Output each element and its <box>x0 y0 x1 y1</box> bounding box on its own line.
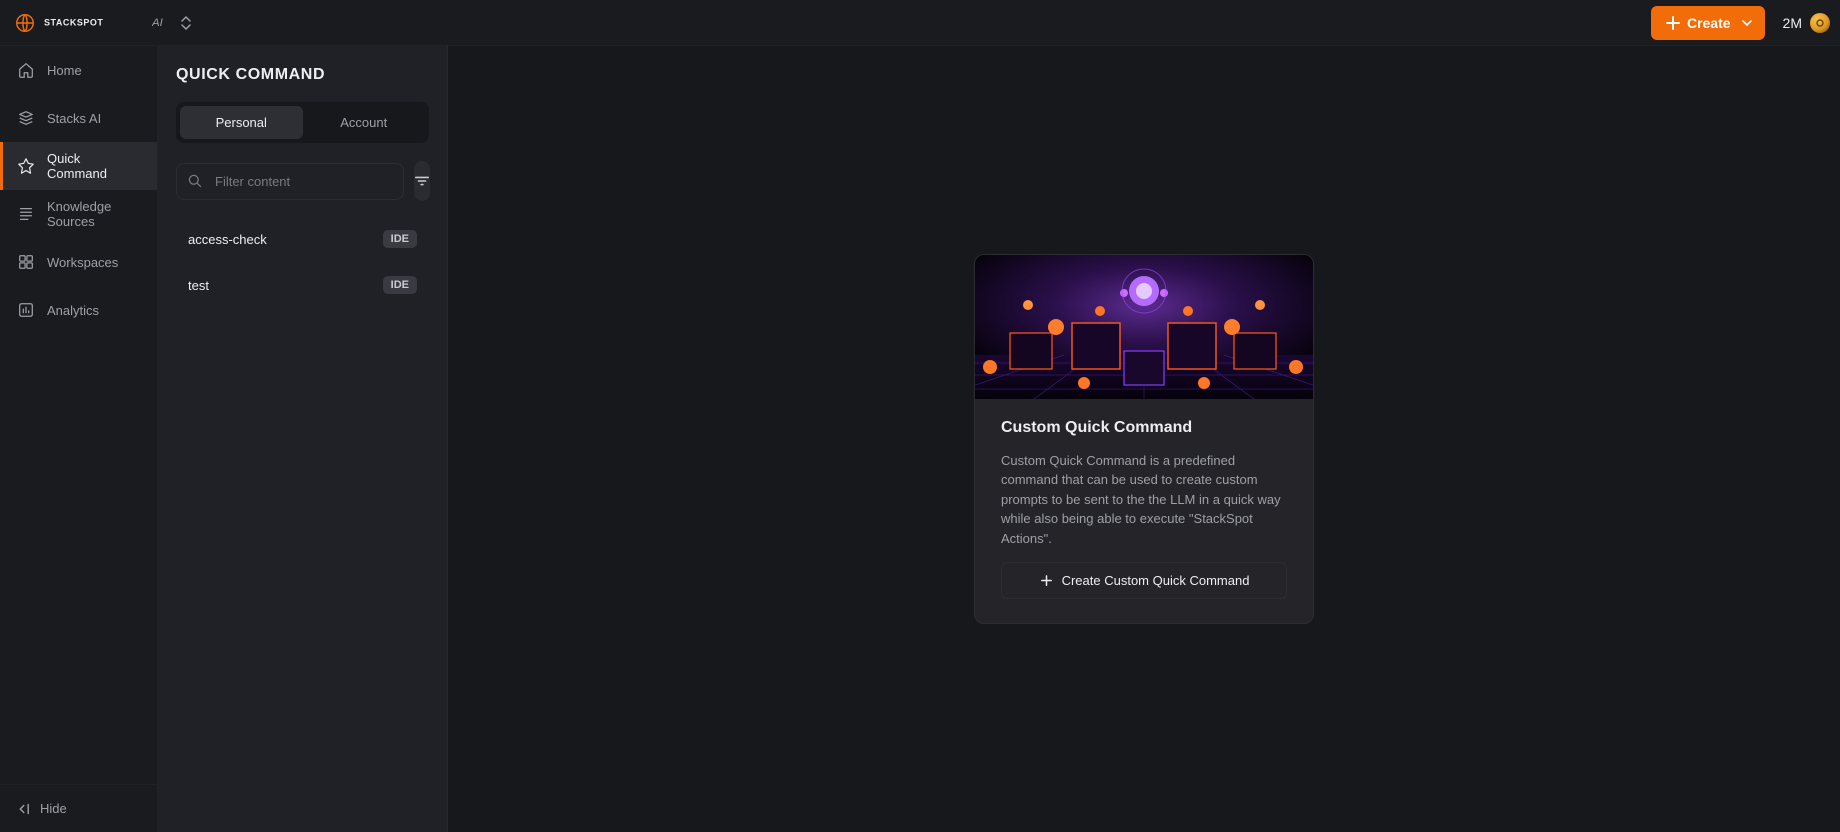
sidebar-item-stacks-ai[interactable]: Stacks AI <box>0 94 157 142</box>
plus-icon <box>1039 573 1054 588</box>
sidebar-item-label: Quick Command <box>47 151 143 181</box>
filter-row <box>176 161 429 201</box>
topbar-right: Create 2M <box>1651 6 1830 40</box>
chevron-down-icon <box>1741 17 1753 29</box>
tab-personal[interactable]: Personal <box>180 106 303 139</box>
workspaces-icon <box>17 253 35 271</box>
topbar-left: STACKSPOT AI <box>14 12 192 34</box>
svg-text:STACKSPOT: STACKSPOT <box>44 17 103 27</box>
ide-badge: IDE <box>383 276 417 294</box>
sidebar-hide[interactable]: Hide <box>0 784 157 832</box>
brand-wordmark: STACKSPOT <box>44 15 144 31</box>
card-body: Custom Quick Command Custom Quick Comman… <box>975 399 1313 624</box>
stacks-icon <box>17 109 35 127</box>
scope-tabs: Personal Account <box>176 102 429 143</box>
create-button[interactable]: Create <box>1651 6 1765 40</box>
analytics-icon <box>17 301 35 319</box>
filter-input[interactable] <box>213 173 393 190</box>
token-amount: 2M <box>1783 15 1802 31</box>
plus-icon <box>1665 15 1681 31</box>
card-description: Custom Quick Command is a predefined com… <box>1001 451 1287 549</box>
home-icon <box>17 61 35 79</box>
page-title: QUICK COMMAND <box>176 66 429 84</box>
brand-mark-icon <box>14 12 36 34</box>
card-title: Custom Quick Command <box>1001 419 1287 437</box>
sidebar: Home Stacks AI Quick Command Knowledge S… <box>0 46 158 832</box>
card-hero-image <box>975 255 1313 399</box>
list-item-name: test <box>188 278 209 293</box>
command-list: access-check IDE test IDE <box>176 219 429 305</box>
sidebar-nav: Home Stacks AI Quick Command Knowledge S… <box>0 46 157 784</box>
collapse-icon <box>14 802 30 816</box>
main-panel: Custom Quick Command Custom Quick Comman… <box>448 46 1840 832</box>
brand-logo[interactable]: STACKSPOT AI <box>14 12 192 34</box>
list-item[interactable]: access-check IDE <box>176 219 429 259</box>
sidebar-item-label: Analytics <box>47 303 99 318</box>
command-list-panel: QUICK COMMAND Personal Account access-ch… <box>158 46 448 832</box>
sidebar-item-analytics[interactable]: Analytics <box>0 286 157 334</box>
knowledge-icon <box>17 205 35 223</box>
sidebar-item-label: Stacks AI <box>47 111 101 126</box>
filter-input-wrap[interactable] <box>176 163 404 200</box>
svg-text:AI: AI <box>152 16 164 28</box>
sidebar-item-label: Workspaces <box>47 255 118 270</box>
empty-state-card: Custom Quick Command Custom Quick Comman… <box>974 254 1314 625</box>
tab-account[interactable]: Account <box>303 106 426 139</box>
quick-command-icon <box>17 157 35 175</box>
brand-ai-tag: AI <box>152 15 172 31</box>
topbar: STACKSPOT AI Create 2M <box>0 0 1840 46</box>
sidebar-item-label: Knowledge Sources <box>47 199 143 229</box>
list-item-name: access-check <box>188 232 267 247</box>
sidebar-item-label: Home <box>47 63 82 78</box>
search-icon <box>187 173 203 189</box>
token-balance[interactable]: 2M <box>1783 13 1830 33</box>
sidebar-hide-label: Hide <box>40 801 67 816</box>
create-button-label: Create <box>1687 15 1731 31</box>
sidebar-item-knowledge-sources[interactable]: Knowledge Sources <box>0 190 157 238</box>
sidebar-item-home[interactable]: Home <box>0 46 157 94</box>
create-custom-quick-command-button[interactable]: Create Custom Quick Command <box>1001 562 1287 599</box>
list-item[interactable]: test IDE <box>176 265 429 305</box>
sliders-icon <box>414 174 430 188</box>
coin-icon <box>1810 13 1830 33</box>
ide-badge: IDE <box>383 230 417 248</box>
brand-switcher-icon[interactable] <box>180 16 192 30</box>
sidebar-item-quick-command[interactable]: Quick Command <box>0 142 157 190</box>
filter-options-button[interactable] <box>414 161 430 201</box>
card-button-label: Create Custom Quick Command <box>1062 573 1250 588</box>
sidebar-item-workspaces[interactable]: Workspaces <box>0 238 157 286</box>
